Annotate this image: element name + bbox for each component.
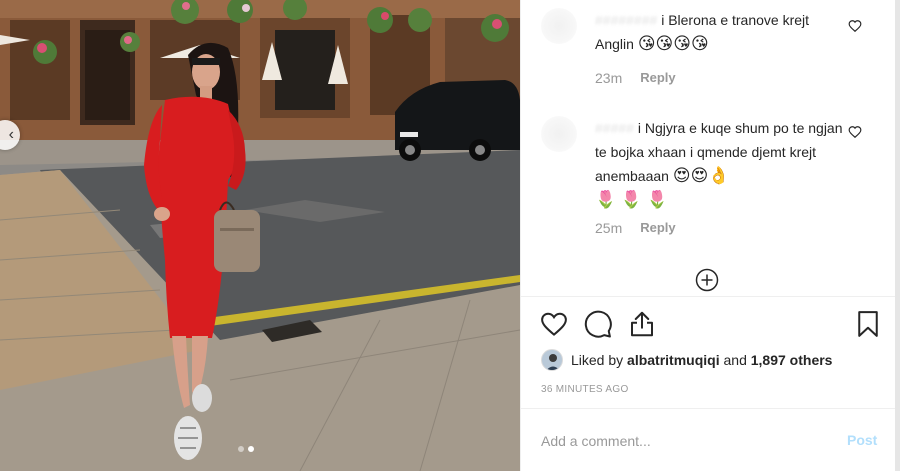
comment-body: ##### i Ngjyra e kuqe shum po te ngjan t… — [595, 116, 845, 212]
ok-hand-emoji: 👌 — [708, 166, 730, 185]
post-photo[interactable]: ‹ — [0, 0, 520, 471]
comment-item: ##### i Ngjyra e kuqe shum po te ngjan t… — [521, 100, 896, 250]
heart-eyes-emoji: 😍 — [672, 166, 691, 185]
reply-button[interactable]: Reply — [640, 220, 675, 236]
likes-summary: Liked by albatritmuqiqi and 1,897 others — [541, 349, 832, 371]
comment-box-divider — [521, 408, 896, 409]
tulip-emoji: 🌷 — [646, 190, 668, 209]
post-comment-button[interactable]: Post — [847, 432, 877, 448]
add-comment-input[interactable] — [541, 430, 801, 452]
likes-conjunction: and — [723, 352, 747, 368]
comment-emojis: 😘😘😘😘 — [638, 34, 709, 53]
carousel-dot-2 — [248, 446, 254, 452]
chevron-left-icon: ‹ — [8, 126, 14, 143]
kiss-emoji: 😘 — [637, 34, 656, 53]
comment-time: 25m — [595, 220, 623, 236]
likes-prefix: Liked by — [571, 352, 624, 368]
liker-avatar-image — [542, 350, 562, 370]
post-sidebar: ######## i Blerona e tranove krejt Angli… — [520, 0, 896, 471]
tulip-emoji: 🌷 — [620, 190, 643, 209]
comment-meta: 25m Reply — [595, 220, 676, 236]
likes-count[interactable]: 1,897 others — [751, 352, 833, 368]
liker-avatar[interactable] — [541, 349, 563, 371]
carousel-indicator — [238, 446, 254, 452]
right-gutter — [895, 0, 900, 471]
kiss-emoji: 😘 — [691, 34, 709, 53]
like-heart-icon[interactable] — [539, 309, 569, 339]
bookmark-icon[interactable] — [853, 309, 883, 339]
comment-like-heart-icon[interactable] — [848, 19, 862, 33]
comment-emojis: 😍😍👌 — [673, 166, 730, 185]
share-icon[interactable] — [627, 309, 657, 339]
post-action-bar — [539, 309, 879, 339]
comment-tulip-emojis: 🌷 🌷 🌷 — [595, 190, 668, 209]
comment-username[interactable]: ######## — [595, 12, 657, 28]
instagram-post-modal: ‹ ######## i Blerona e tranove krejt Ang… — [0, 0, 900, 471]
comment-body: ######## i Blerona e tranove krejt Angli… — [595, 8, 845, 56]
post-timestamp[interactable]: 36 MINUTES AGO — [541, 384, 629, 395]
kiss-emoji: 😘 — [673, 34, 692, 53]
comment-time: 23m — [595, 70, 623, 86]
carousel-dot-1 — [238, 446, 244, 452]
heart-eyes-emoji: 😍 — [690, 166, 709, 185]
reply-button[interactable]: Reply — [640, 70, 675, 86]
comment-item: ######## i Blerona e tranove krejt Angli… — [521, 0, 896, 100]
actions-divider — [521, 296, 896, 297]
kiss-emoji: 😘 — [655, 34, 674, 53]
comment-username[interactable]: ##### — [595, 120, 634, 136]
liker-username[interactable]: albatritmuqiqi — [627, 352, 720, 368]
comment-like-heart-icon[interactable] — [848, 125, 862, 139]
comment-meta: 23m Reply — [595, 70, 676, 86]
comment-icon[interactable] — [583, 309, 613, 339]
comment-avatar[interactable] — [541, 8, 577, 44]
street-photo-illustration — [0, 0, 520, 471]
load-more-comments-plus-circle-icon[interactable] — [695, 268, 719, 292]
tulip-emoji: 🌷 — [595, 190, 617, 209]
comment-avatar[interactable] — [541, 116, 577, 152]
